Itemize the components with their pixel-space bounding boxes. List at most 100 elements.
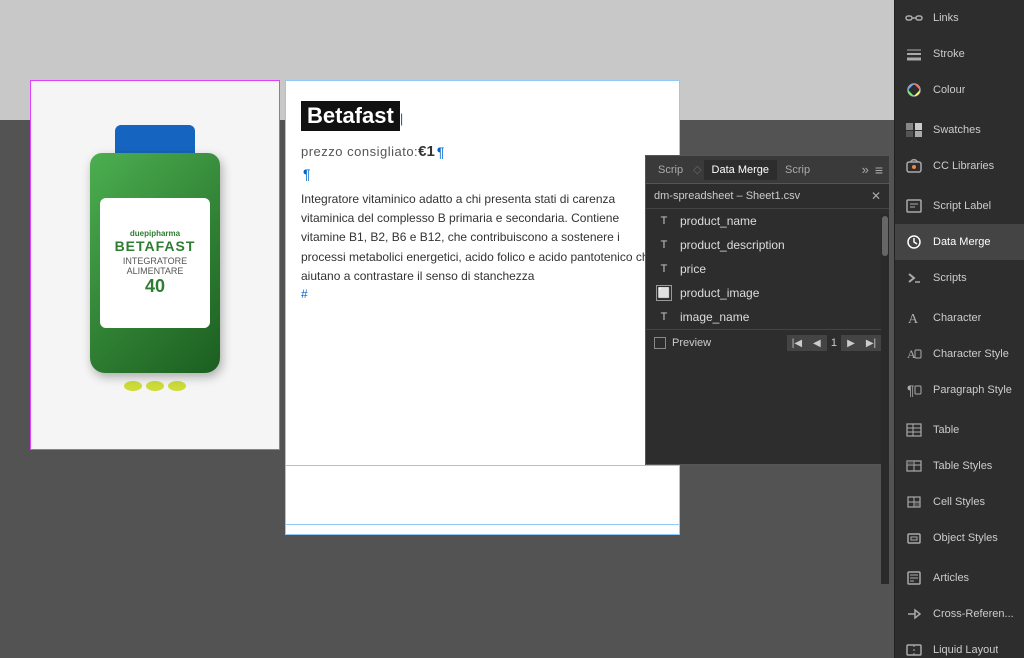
image-type-icon: ⬜	[656, 285, 672, 301]
sidebar-item-object-styles[interactable]: Object Styles	[895, 520, 1024, 556]
sidebar-item-script-label[interactable]: Script Label	[895, 188, 1024, 224]
panel-tabs: Scrip ◇ Data Merge Scrip » ≡	[646, 156, 889, 184]
text-type-icon-4: T	[656, 309, 672, 325]
cross-reference-icon	[903, 603, 925, 625]
panel-expand-icon[interactable]: »	[860, 162, 871, 177]
sidebar-item-cell-styles[interactable]: Cell Styles	[895, 484, 1024, 520]
panel-file-row: dm-spreadsheet – Sheet1.csv ✕	[646, 184, 889, 209]
bottle-body: duepipharma BETAFAST INTEGRATORE ALIMENT…	[90, 153, 220, 373]
sidebar-item-label-articles: Articles	[933, 572, 969, 584]
field-price[interactable]: T price	[646, 257, 889, 281]
data-merge-panel: Scrip ◇ Data Merge Scrip » ≡ dm-spreadsh…	[645, 155, 890, 465]
sidebar-item-label-character: Character	[933, 312, 981, 324]
sidebar-item-stroke[interactable]: Stroke	[895, 36, 1024, 72]
sidebar-item-paragraph-styles[interactable]: ¶ Paragraph Style	[895, 372, 1024, 408]
right-panel: Links Stroke Colour Swatches CC Librarie…	[894, 0, 1024, 658]
sidebar-item-table-styles[interactable]: Table Styles	[895, 448, 1024, 484]
panel-scrollbar[interactable]	[881, 214, 889, 584]
sidebar-item-label-links: Links	[933, 12, 959, 24]
liquid-layout-icon	[903, 639, 925, 658]
sidebar-item-label-character-styles: Character Style	[933, 348, 1009, 360]
price-prefix: prezzo consigliato:	[301, 144, 418, 159]
sidebar-item-label-cc-libraries: CC Libraries	[933, 160, 994, 172]
cursor-mark: |	[400, 111, 403, 126]
bottle-cap	[115, 125, 195, 155]
tablet-3	[168, 381, 186, 391]
panel-scrollbar-thumb	[882, 216, 888, 256]
sidebar-item-articles[interactable]: Articles	[895, 560, 1024, 596]
bottle-brand: duepipharma	[130, 229, 180, 238]
table-icon	[903, 419, 925, 441]
sidebar-item-label-table-styles: Table Styles	[933, 460, 992, 472]
paragraph-mark-2: ¶	[303, 166, 311, 182]
object-styles-icon	[903, 527, 925, 549]
text-type-icon-1: T	[656, 213, 672, 229]
price-value: €1	[418, 143, 435, 160]
field-product-image[interactable]: ⬜ product_image	[646, 281, 889, 305]
sidebar-item-scripts[interactable]: Scripts	[895, 260, 1024, 296]
tablet-1	[124, 381, 142, 391]
character-icon: A	[903, 307, 925, 329]
preview-checkbox[interactable]	[654, 337, 666, 349]
sidebar-item-swatches[interactable]: Swatches	[895, 112, 1024, 148]
sidebar-item-cross-reference[interactable]: Cross-Referen...	[895, 596, 1024, 632]
field-name-product-name: product_name	[680, 214, 757, 228]
sidebar-item-character-styles[interactable]: A Character Style	[895, 336, 1024, 372]
nav-last-btn[interactable]: ▶|	[861, 335, 881, 351]
field-product-name[interactable]: T product_name	[646, 209, 889, 233]
tab-scrip-1[interactable]: Scrip	[650, 160, 691, 180]
sidebar-item-links[interactable]: Links	[895, 0, 1024, 36]
canvas-area: duepipharma BETAFAST INTEGRATORE ALIMENT…	[0, 0, 894, 658]
tab-data-merge[interactable]: Data Merge	[704, 160, 777, 180]
script-label-icon	[903, 195, 925, 217]
panel-file-name: dm-spreadsheet – Sheet1.csv	[654, 190, 871, 202]
price-line: prezzo consigliato: €1 ¶	[301, 143, 664, 160]
sidebar-item-label-cross-reference: Cross-Referen...	[933, 608, 1014, 620]
product-bottle: duepipharma BETAFAST INTEGRATORE ALIMENT…	[65, 125, 245, 405]
text-type-icon-2: T	[656, 237, 672, 253]
sidebar-item-label-paragraph-styles: Paragraph Style	[933, 384, 1012, 396]
cc-libraries-icon	[903, 155, 925, 177]
stroke-icon	[903, 43, 925, 65]
svg-text:A: A	[908, 312, 919, 326]
character-styles-icon: A	[903, 343, 925, 365]
bottle-subtitle: INTEGRATORE ALIMENTARE	[106, 256, 204, 276]
sidebar-item-label-swatches: Swatches	[933, 124, 981, 136]
sidebar-item-liquid-layout[interactable]: Liquid Layout	[895, 632, 1024, 658]
panel-options-icon[interactable]: ≡	[873, 162, 885, 178]
page-number: 1	[827, 337, 841, 349]
links-icon	[903, 7, 925, 29]
tablet-2	[146, 381, 164, 391]
nav-next-btn[interactable]: ▶	[841, 335, 861, 351]
panel-footer: Preview |◀ ◀ 1 ▶ ▶|	[646, 329, 889, 356]
field-name-price: price	[680, 262, 706, 276]
sidebar-item-colour[interactable]: Colour	[895, 72, 1024, 108]
field-product-description[interactable]: T product_description	[646, 233, 889, 257]
data-merge-icon	[903, 231, 925, 253]
sidebar-item-label-cell-styles: Cell Styles	[933, 496, 985, 508]
swatches-icon	[903, 119, 925, 141]
sidebar-item-label-table: Table	[933, 424, 959, 436]
sidebar-item-table[interactable]: Table	[895, 412, 1024, 448]
bottle-tablets	[124, 381, 186, 391]
cell-styles-icon	[903, 491, 925, 513]
sidebar-item-cc-libraries[interactable]: CC Libraries	[895, 148, 1024, 184]
colour-icon	[903, 79, 925, 101]
sidebar-item-label-colour: Colour	[933, 84, 965, 96]
nav-prev-btn[interactable]: ◀	[807, 335, 827, 351]
sidebar-item-data-merge[interactable]: Data Merge	[895, 224, 1024, 260]
tab-scrip-2[interactable]: Scrip	[777, 160, 818, 180]
field-image-name[interactable]: T image_name	[646, 305, 889, 329]
nav-first-btn[interactable]: |◀	[787, 335, 807, 351]
sidebar-item-label-scripts: Scripts	[933, 272, 967, 284]
sidebar-item-label-stroke: Stroke	[933, 48, 965, 60]
sidebar-item-character[interactable]: A Character	[895, 300, 1024, 336]
panel-file-close-icon[interactable]: ✕	[871, 189, 881, 203]
preview-label: Preview	[672, 337, 787, 349]
scripts-icon	[903, 267, 925, 289]
sidebar-item-label-script-label: Script Label	[933, 200, 991, 212]
product-title: Betafast	[301, 101, 400, 131]
product-image-box: duepipharma BETAFAST INTEGRATORE ALIMENT…	[30, 80, 280, 450]
table-styles-icon	[903, 455, 925, 477]
articles-icon	[903, 567, 925, 589]
